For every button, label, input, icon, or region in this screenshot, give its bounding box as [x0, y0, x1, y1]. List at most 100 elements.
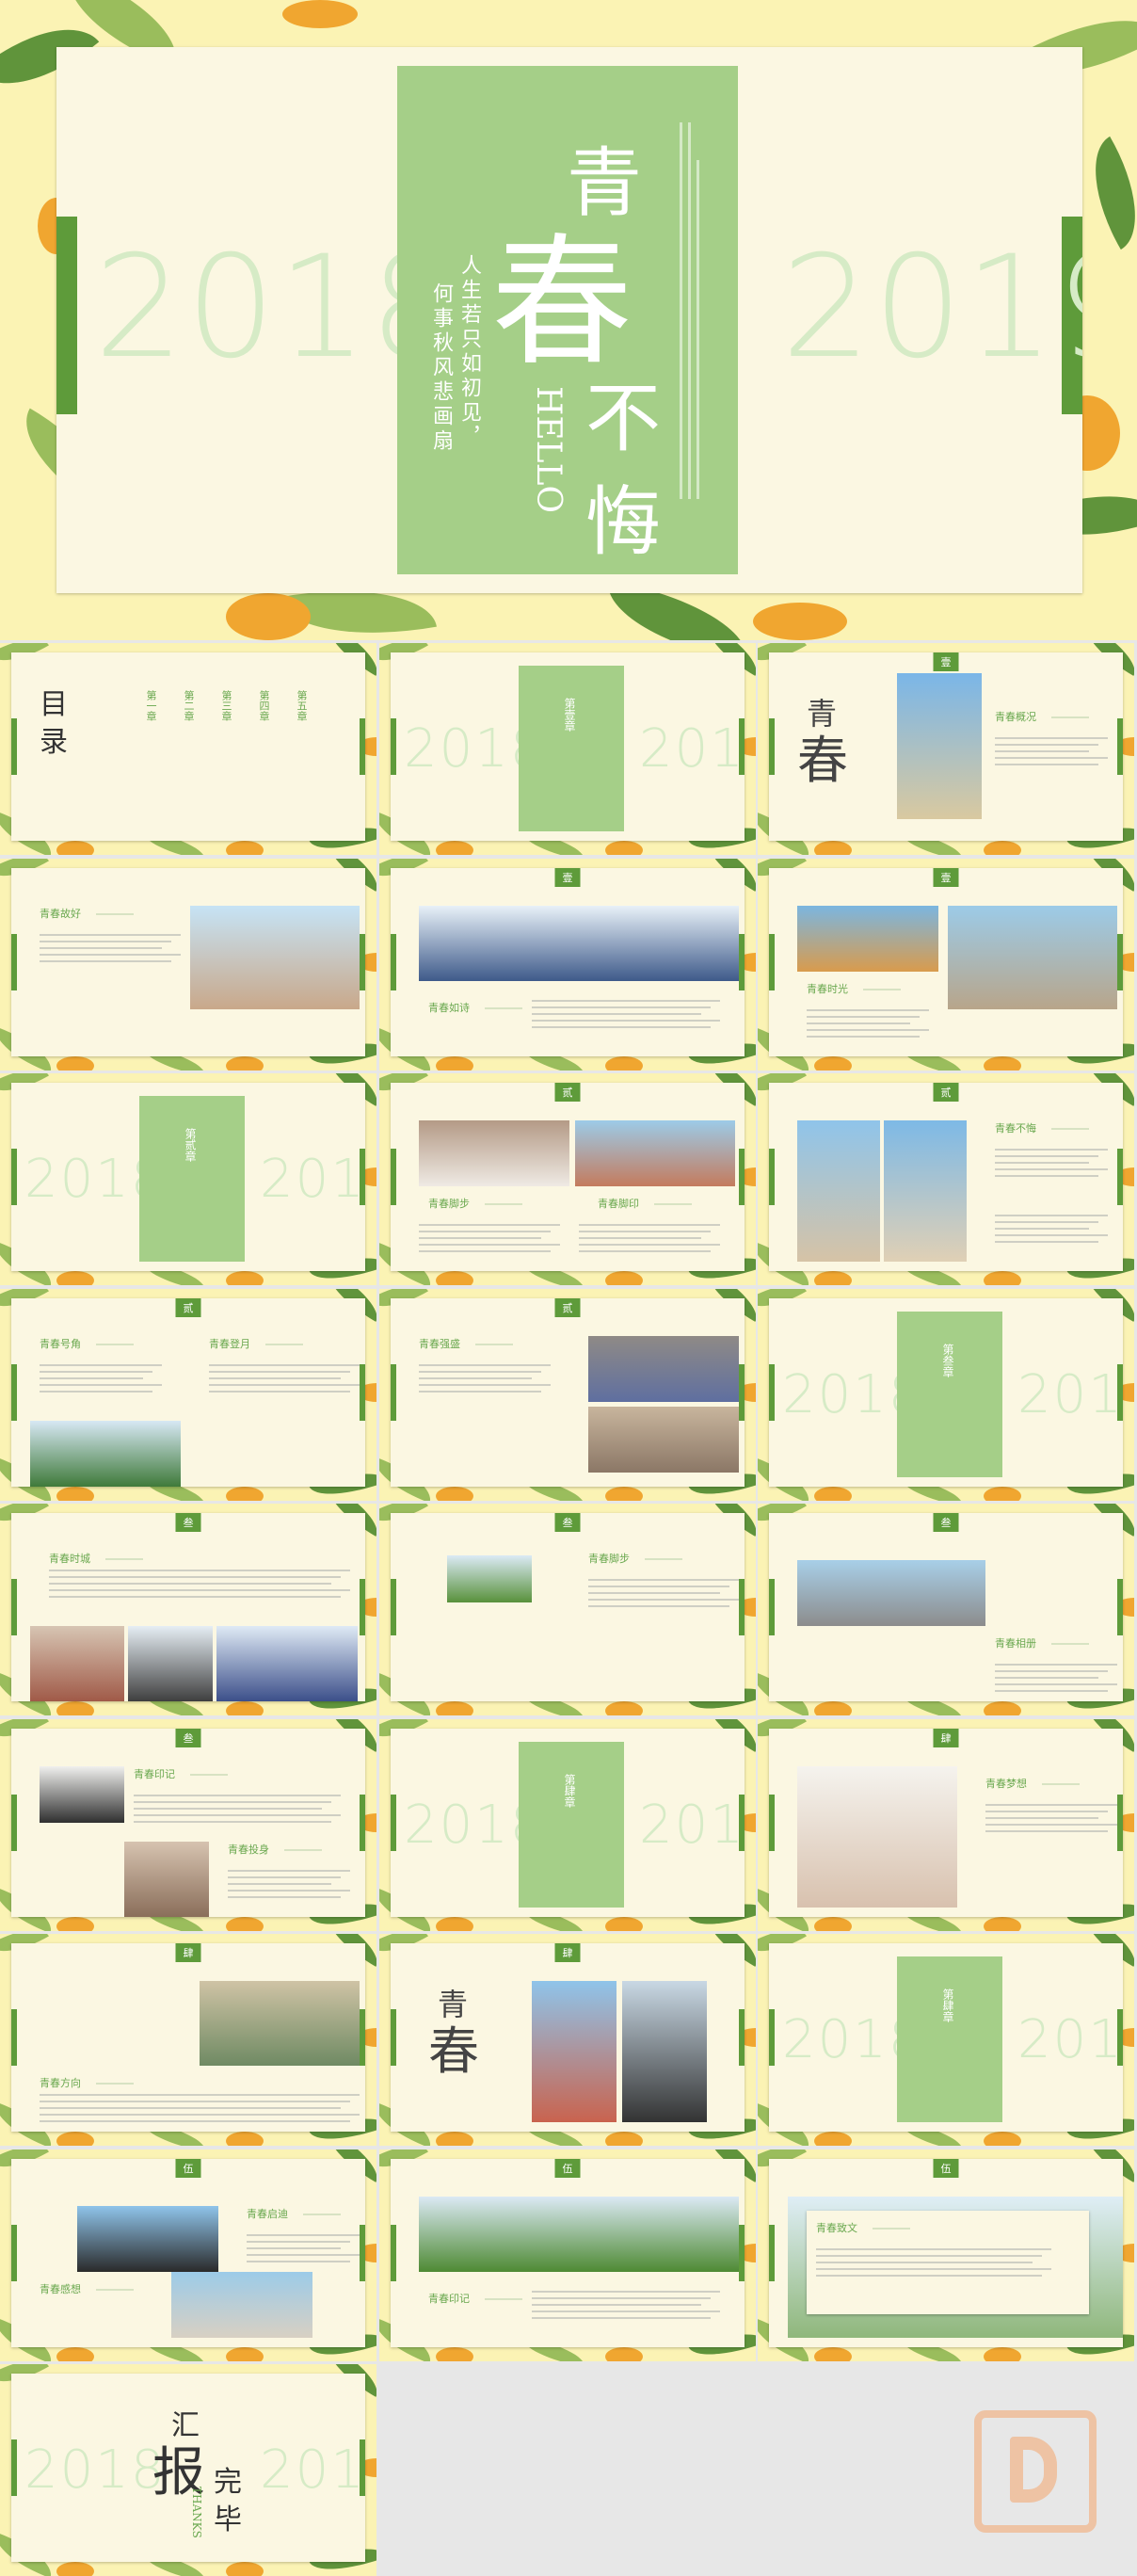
ending-char: 毕 [214, 2504, 242, 2536]
slide-thumbnail[interactable]: 贰青春号角 青春登月 [0, 1288, 376, 1501]
chapter-tag: 伍 [175, 2158, 201, 2178]
left-accent-bar [769, 1794, 775, 1851]
slide-card: 叁青春相册 [769, 1513, 1123, 1701]
slide-card: 伍青春启迪 青春感想 [11, 2158, 365, 2347]
slide-thumbnail[interactable]: 肆青春 [379, 1934, 756, 2146]
crowd-photo [171, 2271, 312, 2338]
slide-thumbnail[interactable]: 叁青春印记 青春投身 [0, 1718, 376, 1931]
toc-item[interactable]: 第三章 [218, 690, 233, 721]
fruit-decoration [56, 1271, 94, 1285]
slide-thumbnail[interactable]: 贰青春脚步 青春脚印 [379, 1073, 756, 1285]
hands-photo [419, 1120, 569, 1186]
mortar-photo [128, 1626, 213, 1701]
stairs-photo [124, 1841, 209, 1917]
toc-item[interactable]: 第四章 [256, 690, 271, 721]
hero-poem-line2: 何事秋风悲画扇 [429, 282, 453, 454]
slide-thumbnail[interactable]: 叁青春时城 [0, 1504, 376, 1715]
slide-char: 春 [428, 2021, 479, 2081]
fruit-decoration [605, 1916, 643, 1931]
body-text [49, 1570, 350, 1602]
right-accent-bar [739, 1579, 745, 1635]
slide-thumbnail[interactable]: 肆青春梦想 [758, 1718, 1134, 1931]
chapter-tag: 叁 [933, 1513, 959, 1532]
fruit-decoration [56, 1055, 94, 1071]
hero-hello: HELLO [529, 386, 568, 513]
slide-thumbnail[interactable]: 壹青春如诗 [379, 858, 756, 1071]
slide-thumbnail[interactable]: 20182019汇报完毕THANKS [0, 2364, 376, 2576]
slide-card: 叁青春脚步 [391, 1513, 745, 1701]
slide-thumbnail[interactable]: 壹青春青春概况 [758, 643, 1134, 855]
slide-thumbnail[interactable]: 青春故好 [0, 858, 376, 1071]
chapter-tag: 伍 [933, 2158, 959, 2178]
section-title: 青春时光 [807, 982, 848, 995]
fruit-decoration [605, 1271, 643, 1285]
desks-photo [200, 1981, 360, 2066]
toc-title-1: 目 [40, 688, 68, 721]
chapter-tag: 贰 [554, 1083, 581, 1102]
slide-thumbnail[interactable]: 20182019第肆章 [758, 1934, 1134, 2146]
slide-card: 伍青春印记 [391, 2158, 745, 2347]
year-right: 2019 [781, 226, 1082, 390]
fruit-decoration [56, 2132, 94, 2146]
hero-green-panel: 青 春 不 悔 HELLO 人生若只如初见， 何事秋风悲画扇 [397, 66, 738, 574]
body-text [532, 999, 720, 1033]
divider [1051, 716, 1089, 718]
fruit-decoration [226, 1055, 264, 1071]
divider [485, 1006, 522, 1009]
slide-thumbnail[interactable]: 壹青春时光 [758, 858, 1134, 1071]
slide-card: 肆青春梦想 [769, 1728, 1123, 1917]
slide-card: 20182019第肆章 [391, 1728, 745, 1917]
divider [873, 2227, 910, 2230]
section-title: 青春印记 [428, 2292, 470, 2305]
fruit-decoration [226, 1916, 264, 1931]
slide-thumbnail[interactable]: 贰青春不悔 [758, 1073, 1134, 1285]
slide-thumbnail[interactable]: 20182019第肆章 [379, 1718, 756, 1931]
slide-thumbnail[interactable]: 贰青春强盛 [379, 1288, 756, 1501]
friends-photo [190, 905, 360, 1009]
left-accent-bar [11, 2224, 17, 2281]
divider [284, 1848, 322, 1851]
slide-thumbnail[interactable]: 伍青春致文 [758, 2149, 1134, 2361]
right-accent-bar [1117, 1579, 1123, 1635]
fruit-decoration [56, 2562, 94, 2576]
slide-thumbnail[interactable]: 叁青春脚步 [379, 1504, 756, 1715]
slide-thumbnail[interactable]: 伍青春启迪 青春感想 [0, 2149, 376, 2361]
slide-card: 贰青春脚步 青春脚印 [391, 1083, 745, 1271]
slide-thumbnail[interactable]: 20182019第叁章 [758, 1288, 1134, 1501]
divider [105, 1558, 143, 1560]
body-text [532, 2290, 720, 2324]
slide-thumbnail[interactable]: 20182019第贰章 [0, 1073, 376, 1285]
right-accent-bar [360, 718, 365, 775]
divider [96, 2288, 134, 2291]
toc-item[interactable]: 第二章 [181, 690, 196, 721]
divider [654, 1203, 692, 1205]
divider [265, 1343, 303, 1345]
year-right: 2019 [260, 2439, 365, 2501]
chapter-tag: 伍 [554, 2158, 581, 2178]
slide-thumbnail[interactable]: 20182019第壹章 [379, 643, 756, 855]
year-right: 2019 [1017, 1363, 1123, 1425]
left-accent-bar [391, 718, 396, 775]
right-accent-bar [1117, 1794, 1123, 1851]
left-accent-bar [11, 1363, 17, 1421]
left-accent-bar [11, 1794, 17, 1851]
toc-item[interactable]: 第一章 [143, 690, 158, 721]
slide-thumbnail[interactable]: 伍青春印记 [379, 2149, 756, 2361]
left-accent-bar [11, 2009, 17, 2066]
hero-english-text [680, 122, 727, 507]
fruit-decoration [436, 2132, 473, 2146]
fruit-decoration [436, 1701, 473, 1715]
divider [96, 1343, 134, 1345]
fruit-decoration [605, 1486, 643, 1501]
toc-item[interactable]: 第五章 [294, 690, 309, 721]
left-accent-bar [769, 2224, 775, 2281]
chapter-panel: 第贰章 [139, 1096, 245, 1262]
writing-photo [797, 1765, 957, 1908]
slide-thumbnail[interactable]: 肆青春方向 [0, 1934, 376, 2146]
slide-thumbnail[interactable]: 目录 第一章 第二章 第三章 第四章 第五章 [0, 643, 376, 855]
fruit-decoration [814, 2132, 852, 2146]
building-photo [447, 1555, 532, 1602]
section-title: 青春相册 [995, 1637, 1036, 1650]
slide-thumbnail[interactable]: 叁青春相册 [758, 1504, 1134, 1715]
ending-char: 完 [214, 2466, 242, 2499]
